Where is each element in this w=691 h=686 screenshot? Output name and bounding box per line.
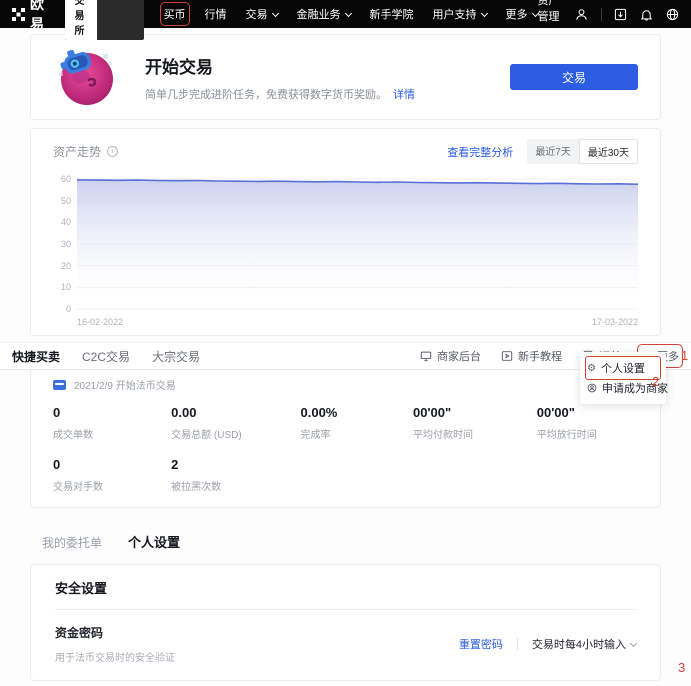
exchange-mode-toggle: 交易所 MetaX <box>65 0 143 40</box>
nav-trade[interactable]: 交易 <box>246 6 278 22</box>
since-text: 2021/2/9 开始法币交易 <box>74 377 176 392</box>
banner-title: 开始交易 <box>145 53 415 78</box>
banner-subtitle: 简单几步完成进阶任务，免费获得数字货币奖励。详情 <box>145 86 415 102</box>
y-tick-label: 10 <box>53 282 71 292</box>
nav-more[interactable]: 更多 <box>506 6 538 22</box>
stats-row-2: 0交易对手数 2被拉黑次数 <box>53 457 638 493</box>
stat-counterparties: 0交易对手数 <box>53 457 171 493</box>
fund-password-row: 资金密码 用于法币交易时的安全验证 重置密码 交易时每4小时输入 <box>55 624 636 664</box>
y-tick-label: 60 <box>53 174 71 184</box>
tab-block-trade[interactable]: 大宗交易 <box>152 348 200 365</box>
toggle-exchange[interactable]: 交易所 <box>65 0 96 40</box>
annotation-number-3: 3 <box>678 660 685 675</box>
y-tick-label: 30 <box>53 239 71 249</box>
mascot-illustration <box>53 42 119 113</box>
area-chart-plot[interactable] <box>77 174 638 314</box>
annotation-number-1: 1 <box>681 348 688 363</box>
okx-logo[interactable]: 欧易 <box>12 0 51 34</box>
chart-header: 资产走势 i 查看完整分析 最近7天 最近30天 <box>53 139 638 164</box>
toggle-metax[interactable]: MetaX <box>97 0 144 40</box>
y-axis-labels: 60 50 40 30 20 10 0 <box>53 174 77 314</box>
divider <box>55 609 636 610</box>
y-tick-label: 50 <box>53 196 71 206</box>
notifications-bell-icon[interactable] <box>640 8 653 21</box>
asset-trend-card: 资产走势 i 查看完整分析 最近7天 最近30天 60 50 40 30 20 10 0 <box>30 128 661 336</box>
y-tick-label: 0 <box>53 304 71 314</box>
logo-text: 欧易 <box>30 0 51 34</box>
settings-section-tabs: 我的委托单 个人设置 <box>30 532 661 551</box>
nav-finance[interactable]: 金融业务 <box>297 6 351 22</box>
stats-row-1: 0成交单数 0.00交易总额 (USD) 0.00%完成率 00'00"平均付款… <box>53 405 638 441</box>
top-right-controls: 资产管理 <box>538 0 679 36</box>
language-globe-icon[interactable] <box>666 8 679 21</box>
fund-password-description: 用于法币交易时的安全验证 <box>55 649 175 664</box>
x-axis-start-date: 16-02-2022 <box>77 317 123 327</box>
nav-academy[interactable]: 新手学院 <box>370 6 414 22</box>
gear-icon: ⚙ <box>587 363 596 374</box>
y-tick-label: 40 <box>53 217 71 227</box>
divider <box>517 638 518 650</box>
main-nav: 买币 行情 交易 金融业务 新手学院 用户支持 更多 <box>164 6 538 22</box>
merchant-portal-button[interactable]: 商家后台 <box>420 348 481 364</box>
nav-buy-crypto[interactable]: 买币 <box>164 6 186 22</box>
stat-avg-release-time: 00'00"平均放行时间 <box>537 405 638 441</box>
reset-password-link[interactable]: 重置密码 <box>459 636 503 652</box>
password-frequency-dropdown[interactable]: 交易时每4小时输入 <box>532 636 636 652</box>
beginner-tutorial-button[interactable]: 新手教程 <box>501 348 562 364</box>
download-app-icon[interactable] <box>614 8 627 21</box>
details-link[interactable]: 详情 <box>393 89 415 101</box>
x-axis-end-date: 17-03-2022 <box>592 317 638 327</box>
menu-item-personal-settings[interactable]: ⚙ 个人设置 <box>587 358 659 378</box>
calendar-badge-icon <box>53 380 66 390</box>
stat-times-blocked: 2被拉黑次数 <box>171 457 300 493</box>
tab-c2c-trade[interactable]: C2C交易 <box>82 348 130 365</box>
y-tick-label: 20 <box>53 261 71 271</box>
chevron-down-icon <box>272 9 279 16</box>
security-settings-title: 安全设置 <box>55 578 636 597</box>
okx-logo-icon <box>12 8 25 21</box>
info-icon[interactable]: i <box>107 146 118 157</box>
range-toggle: 最近7天 最近30天 <box>527 139 638 164</box>
stat-completion-rate: 0.00%完成率 <box>301 405 414 441</box>
range-7d-button[interactable]: 最近7天 <box>527 139 579 164</box>
chevron-down-icon <box>345 9 352 16</box>
fund-password-controls: 重置密码 交易时每4小时输入 <box>459 636 636 652</box>
stat-trade-volume: 0.00交易总额 (USD) <box>171 405 300 441</box>
chevron-down-icon <box>630 639 637 646</box>
annotation-number-2: 2 <box>652 374 659 389</box>
assets-menu[interactable]: 资产管理 <box>538 0 562 36</box>
trade-button[interactable]: 交易 <box>510 64 638 90</box>
user-icon[interactable] <box>575 8 588 21</box>
range-30d-button[interactable]: 最近30天 <box>579 139 638 164</box>
tutorial-video-icon <box>501 350 513 362</box>
fund-password-label: 资金密码 <box>55 624 175 641</box>
page: 欧易 交易所 MetaX 买币 行情 交易 金融业务 新手学院 用户支持 更多 … <box>0 0 691 686</box>
merchant-apply-icon <box>587 383 597 393</box>
merchant-portal-icon <box>420 350 432 362</box>
stat-completed-orders: 0成交单数 <box>53 405 171 441</box>
tab-personal-settings[interactable]: 个人设置 <box>128 532 180 551</box>
stat-avg-payment-time: 00'00"平均付款时间 <box>413 405 537 441</box>
tab-my-orders[interactable]: 我的委托单 <box>42 534 102 551</box>
x-axis-labels: 16-02-2022 17-03-2022 <box>53 314 638 329</box>
asset-trend-chart: 60 50 40 30 20 10 0 <box>53 174 638 314</box>
chart-title: 资产走势 <box>53 143 101 160</box>
chevron-down-icon <box>542 25 549 32</box>
security-settings-card: 安全设置 资金密码 用于法币交易时的安全验证 重置密码 交易时每4小时输入 <box>30 564 661 681</box>
full-analysis-link[interactable]: 查看完整分析 <box>447 144 513 160</box>
menu-item-become-merchant[interactable]: 申请成为商家 <box>587 378 659 398</box>
tab-express-trade[interactable]: 快捷买卖 <box>12 348 60 365</box>
account-since-row: 2021/2/9 开始法币交易 <box>53 374 638 392</box>
banner-text: 开始交易 简单几步完成进阶任务，免费获得数字货币奖励。详情 <box>145 53 415 102</box>
nav-support[interactable]: 用户支持 <box>433 6 487 22</box>
top-navigation-bar: 欧易 交易所 MetaX 买币 行情 交易 金融业务 新手学院 用户支持 更多 … <box>0 0 691 28</box>
nav-markets[interactable]: 行情 <box>205 6 227 22</box>
chevron-down-icon <box>481 9 488 16</box>
start-trading-banner: 开始交易 简单几步完成进阶任务，免费获得数字货币奖励。详情 交易 <box>30 34 661 120</box>
c2c-profile-stats-card: 2021/2/9 开始法币交易 0成交单数 0.00交易总额 (USD) 0.0… <box>30 370 661 508</box>
